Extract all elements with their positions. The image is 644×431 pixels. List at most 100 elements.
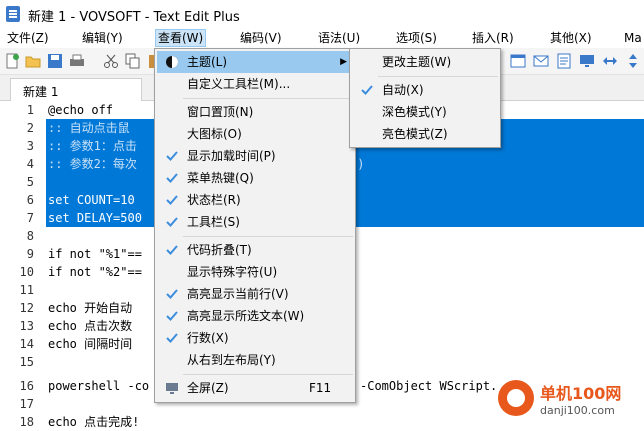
menu-bar: 文件(Z) 编辑(Y) 查看(W) 编码(V) 语法(U) 选项(S) 插入(R… xyxy=(0,28,644,48)
menu-more[interactable]: Ma xyxy=(622,30,644,46)
line-text: echo 开始自动 xyxy=(48,301,133,315)
checkmark-icon xyxy=(166,217,178,227)
new-file-icon[interactable] xyxy=(4,53,20,69)
menu-item-label: 主题(L) xyxy=(187,55,228,69)
menu-item-label: 状态栏(R) xyxy=(187,193,241,207)
print-icon[interactable] xyxy=(69,53,85,69)
line-number: 16 xyxy=(19,379,34,393)
line-number: 7 xyxy=(26,211,34,225)
theme-submenu: 更改主题(W) 自动(X) 深色模式(Y) 亮色模式(Z) xyxy=(349,48,501,148)
menu-item-label: 菜单热键(Q) xyxy=(187,171,254,185)
cut-icon[interactable] xyxy=(103,53,119,69)
menu-item-change-theme[interactable]: 更改主题(W) xyxy=(352,51,498,73)
shortcut-label: F11 xyxy=(309,381,332,395)
menu-item-label: 深色模式(Y) xyxy=(382,105,447,119)
menu-item-label: 行数(X) xyxy=(187,331,229,345)
checkmark-icon xyxy=(166,245,178,255)
menu-item-show-load-time[interactable]: 显示加载时间(P) xyxy=(157,145,353,167)
menu-view[interactable]: 查看(W) xyxy=(154,29,207,47)
line-number: 5 xyxy=(26,175,34,189)
menu-item-rtl-layout[interactable]: 从右到左布局(Y) xyxy=(157,349,353,371)
menu-item-label: 显示特殊字符(U) xyxy=(187,265,278,279)
menu-syntax[interactable]: 语法(U) xyxy=(316,30,362,46)
watermark-logo-icon xyxy=(498,380,534,416)
line-number: 14 xyxy=(19,337,34,351)
line-number: 10 xyxy=(19,265,34,279)
menu-edit[interactable]: 编辑(Y) xyxy=(80,30,125,46)
app-icon xyxy=(6,6,20,22)
window-icon[interactable] xyxy=(510,53,526,69)
menu-item-line-numbers[interactable]: 行数(X) xyxy=(157,327,353,349)
line-number: 18 xyxy=(19,415,34,429)
document-icon[interactable] xyxy=(556,53,572,69)
line-text: echo 点击完成! xyxy=(48,415,140,429)
menu-item-theme-light[interactable]: 亮色模式(Z) xyxy=(352,123,498,145)
menu-item-special-chars[interactable]: 显示特殊字符(U) xyxy=(157,261,353,283)
line-number: 13 xyxy=(19,319,34,333)
monitor-icon xyxy=(166,383,178,394)
menu-item-theme[interactable]: 主题(L) ▶ xyxy=(157,51,353,73)
menu-item-highlight-selection[interactable]: 高亮显示所选文本(W) xyxy=(157,305,353,327)
line-text: echo 点击次数 xyxy=(48,319,133,333)
menu-item-label: 全屏(Z) xyxy=(187,381,229,395)
menu-item-large-icons[interactable]: 大图标(O) xyxy=(157,123,353,145)
watermark-site: 单机100网 xyxy=(540,384,622,403)
theme-icon xyxy=(166,56,178,68)
copy-icon[interactable] xyxy=(125,53,141,69)
menu-item-label: 从右到左布局(Y) xyxy=(187,353,276,367)
menu-item-theme-auto[interactable]: 自动(X) xyxy=(352,79,498,101)
line-text: if not "%2"== xyxy=(48,265,142,279)
menu-item-label: 窗口置顶(N) xyxy=(187,105,254,119)
line-number: 2 xyxy=(26,121,34,135)
checkmark-icon xyxy=(166,289,178,299)
line-text: set COUNT=10 xyxy=(48,193,135,207)
line-number: 15 xyxy=(19,355,34,369)
window-title: 新建 1 - VOVSOFT - Text Edit Plus xyxy=(28,10,240,25)
menu-item-customize-toolbar[interactable]: 自定义工具栏(M)... xyxy=(157,73,353,95)
menu-encoding[interactable]: 编码(V) xyxy=(238,30,284,46)
line-text: if not "%1"== xyxy=(48,247,142,261)
checkmark-icon xyxy=(166,173,178,183)
line-text: :: 自动点击鼠 xyxy=(48,121,130,135)
menu-options[interactable]: 选项(S) xyxy=(394,30,439,46)
line-number: 6 xyxy=(26,193,34,207)
menu-item-theme-dark[interactable]: 深色模式(Y) xyxy=(352,101,498,123)
monitor-icon[interactable] xyxy=(579,53,595,69)
menu-item-label: 代码折叠(T) xyxy=(187,243,252,257)
menu-item-label: 更改主题(W) xyxy=(382,55,452,69)
line-number: 12 xyxy=(19,301,34,315)
menu-separator xyxy=(183,374,353,375)
menu-item-label: 自定义工具栏(M)... xyxy=(187,77,291,91)
line-text: set DELAY=500 xyxy=(48,211,142,225)
line-number: 9 xyxy=(26,247,34,261)
checkmark-icon xyxy=(166,195,178,205)
menu-item-toolbar[interactable]: 工具栏(S) xyxy=(157,211,353,233)
menu-item-fullscreen[interactable]: 全屏(Z) F11 xyxy=(157,377,353,399)
up-down-arrows-icon[interactable] xyxy=(625,53,641,69)
open-folder-icon[interactable] xyxy=(25,53,41,69)
line-number: 17 xyxy=(19,397,34,411)
menu-file[interactable]: 文件(Z) xyxy=(5,30,51,46)
menu-item-menu-hotkeys[interactable]: 菜单热键(Q) xyxy=(157,167,353,189)
menu-item-label: 亮色模式(Z) xyxy=(382,127,448,141)
swap-arrows-icon[interactable] xyxy=(602,53,618,69)
checkmark-icon xyxy=(166,151,178,161)
menu-other[interactable]: 其他(X) xyxy=(548,30,594,46)
menu-item-always-on-top[interactable]: 窗口置顶(N) xyxy=(157,101,353,123)
line-text: :: 参数2：每次 xyxy=(48,157,137,171)
menu-separator xyxy=(378,76,498,77)
tab-document[interactable]: 新建 1 xyxy=(10,78,142,101)
line-text: :: 参数1：点击 xyxy=(48,139,137,153)
menu-item-code-folding[interactable]: 代码折叠(T) xyxy=(157,239,353,261)
menu-insert[interactable]: 插入(R) xyxy=(470,30,516,46)
title-bar: 新建 1 - VOVSOFT - Text Edit Plus xyxy=(0,0,644,28)
line-number: 1 xyxy=(26,103,34,117)
menu-separator xyxy=(183,236,353,237)
menu-item-label: 显示加载时间(P) xyxy=(187,149,276,163)
menu-item-highlight-current-line[interactable]: 高亮显示当前行(V) xyxy=(157,283,353,305)
mail-icon[interactable] xyxy=(533,53,549,69)
submenu-arrow-icon: ▶ xyxy=(340,57,347,67)
menu-item-label: 高亮显示所选文本(W) xyxy=(187,309,305,323)
save-icon[interactable] xyxy=(47,53,63,69)
menu-item-status-bar[interactable]: 状态栏(R) xyxy=(157,189,353,211)
